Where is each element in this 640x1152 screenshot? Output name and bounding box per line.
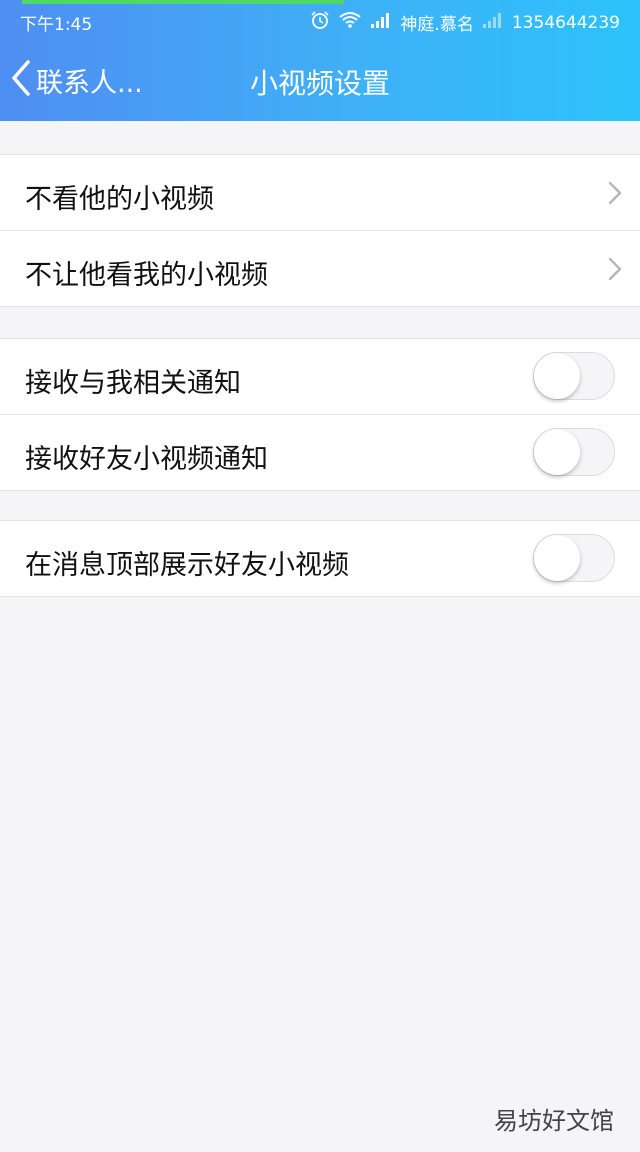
settings-group-visibility: 不看他的小视频 不让他看我的小视频 xyxy=(0,154,640,307)
toggle-knob xyxy=(534,353,580,399)
list-item: 接收与我相关通知 xyxy=(0,339,640,414)
phone-number: 1354644239 xyxy=(511,12,620,33)
carrier-name: 神庭.慕名 xyxy=(400,15,474,35)
list-item[interactable]: 不让他看我的小视频 xyxy=(0,230,640,306)
watermark: 易坊好文馆 xyxy=(494,1107,614,1135)
settings-group-display: 在消息顶部展示好友小视频 xyxy=(0,520,640,597)
toggle-switch[interactable] xyxy=(533,534,615,582)
navigation-bar: 联系人... 小视频设置 xyxy=(0,40,640,121)
signal-icon xyxy=(482,12,504,33)
toggle-knob xyxy=(534,535,580,581)
settings-group-notifications: 接收与我相关通知 接收好友小视频通知 xyxy=(0,338,640,491)
toggle-knob xyxy=(534,429,580,475)
list-item-label: 接收好友小视频通知 xyxy=(25,444,268,475)
list-item-label: 不看他的小视频 xyxy=(25,184,214,215)
alarm-icon xyxy=(310,10,330,35)
list-item: 接收好友小视频通知 xyxy=(0,414,640,490)
list-item-label: 在消息顶部展示好友小视频 xyxy=(25,550,349,581)
toggle-switch[interactable] xyxy=(533,352,615,400)
list-item-label: 不让他看我的小视频 xyxy=(25,260,268,291)
chevron-right-icon xyxy=(608,257,622,285)
wifi-icon xyxy=(338,11,362,34)
status-bar: 下午1:45 神庭.慕名 1354644239 xyxy=(0,0,640,40)
status-time: 下午1:45 xyxy=(20,15,93,35)
toggle-switch[interactable] xyxy=(533,428,615,476)
list-item: 在消息顶部展示好友小视频 xyxy=(0,521,640,596)
chevron-right-icon xyxy=(608,181,622,209)
signal-icon xyxy=(370,12,392,33)
list-item[interactable]: 不看他的小视频 xyxy=(0,155,640,230)
header-bar: 下午1:45 神庭.慕名 1354644239 联系人... 小视频设置 xyxy=(0,0,640,121)
list-item-label: 接收与我相关通知 xyxy=(25,368,241,399)
page-title: 小视频设置 xyxy=(249,67,390,100)
